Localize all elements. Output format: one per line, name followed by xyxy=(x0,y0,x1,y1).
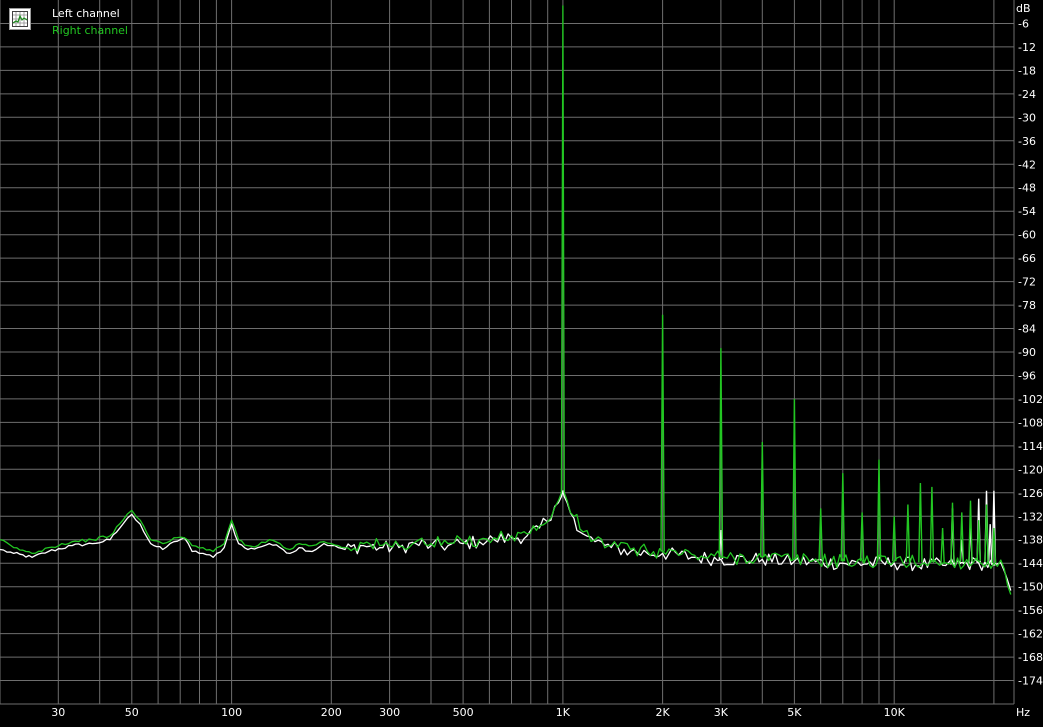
x-axis-ticks: 30 50 100 200 300 500 1K 2K 3K 5K 10K xyxy=(51,706,905,719)
y-tick-label: -42 xyxy=(1018,158,1036,171)
x-tick-label: 3K xyxy=(714,706,729,719)
y-tick-label: -138 xyxy=(1018,534,1043,547)
y-tick-label: -174 xyxy=(1018,675,1043,688)
y-tick-label: -108 xyxy=(1018,416,1043,429)
y-tick-label: -132 xyxy=(1018,510,1043,523)
y-axis-ticks: -6 -12 -18 -24 -30 -36 -42 -48 -54 -60 -66 -72 -78 -8… xyxy=(1018,18,1043,688)
y-tick-label: -12 xyxy=(1018,41,1036,54)
series-line-left xyxy=(0,490,1012,591)
legend-label-right: Right channel xyxy=(52,24,128,37)
y-tick-label: -78 xyxy=(1018,299,1036,312)
y-axis-label: dB xyxy=(1016,2,1031,15)
spectrum-chart: 30 50 100 200 300 500 1K 2K 3K 5K 10K -6 -12 -18 -24-… xyxy=(0,0,1043,722)
harmonic-spike-left xyxy=(987,524,993,565)
harmonic-spike-right xyxy=(940,527,945,564)
x-tick-label: 30 xyxy=(51,706,65,719)
y-tick-label: -72 xyxy=(1018,276,1036,289)
y-tick-label: -18 xyxy=(1018,64,1036,77)
y-tick-label: -90 xyxy=(1018,346,1036,359)
y-tick-label: -60 xyxy=(1018,229,1036,242)
x-tick-label: 100 xyxy=(221,706,242,719)
x-tick-label: 2K xyxy=(655,706,670,719)
y-tick-label: -102 xyxy=(1018,393,1043,406)
x-tick-label: 300 xyxy=(379,706,400,719)
x-tick-label: 500 xyxy=(453,706,474,719)
x-tick-label: 10K xyxy=(884,706,906,719)
x-tick-label: 5K xyxy=(787,706,802,719)
y-tick-label: -66 xyxy=(1018,252,1036,265)
harmonic-spike-right xyxy=(918,482,923,563)
y-tick-label: -36 xyxy=(1018,135,1036,148)
x-tick-label: 1K xyxy=(556,706,571,719)
x-axis-label: Hz xyxy=(1016,706,1030,719)
x-tick-label: 200 xyxy=(321,706,342,719)
graph-icon[interactable] xyxy=(9,8,31,30)
harmonic-spike-right xyxy=(959,512,965,563)
legend-label-left: Left channel xyxy=(52,7,120,20)
y-tick-label: -120 xyxy=(1018,463,1043,476)
harmonic-spike-right xyxy=(929,486,935,563)
y-tick-label: -54 xyxy=(1018,205,1036,218)
y-tick-label: -156 xyxy=(1018,604,1043,617)
y-tick-label: -24 xyxy=(1018,88,1036,101)
y-tick-label: -162 xyxy=(1018,628,1043,641)
y-tick-label: -48 xyxy=(1018,182,1036,195)
y-tick-label: -150 xyxy=(1018,581,1043,594)
x-tick-label: 50 xyxy=(125,706,139,719)
y-tick-label: -84 xyxy=(1018,323,1036,336)
y-tick-label: -144 xyxy=(1018,557,1043,570)
harmonic-spike-right xyxy=(905,504,911,562)
y-tick-label: -168 xyxy=(1018,651,1043,664)
y-tick-label: -96 xyxy=(1018,370,1036,383)
y-tick-label: -6 xyxy=(1018,18,1029,31)
y-tick-label: -30 xyxy=(1018,111,1036,124)
y-tick-label: -126 xyxy=(1018,487,1043,500)
chart-svg: 30 50 100 200 300 500 1K 2K 3K 5K 10K -6-12-18-24-… xyxy=(0,0,1043,719)
y-tick-label: -114 xyxy=(1018,440,1043,453)
grid-lines xyxy=(0,0,1015,705)
